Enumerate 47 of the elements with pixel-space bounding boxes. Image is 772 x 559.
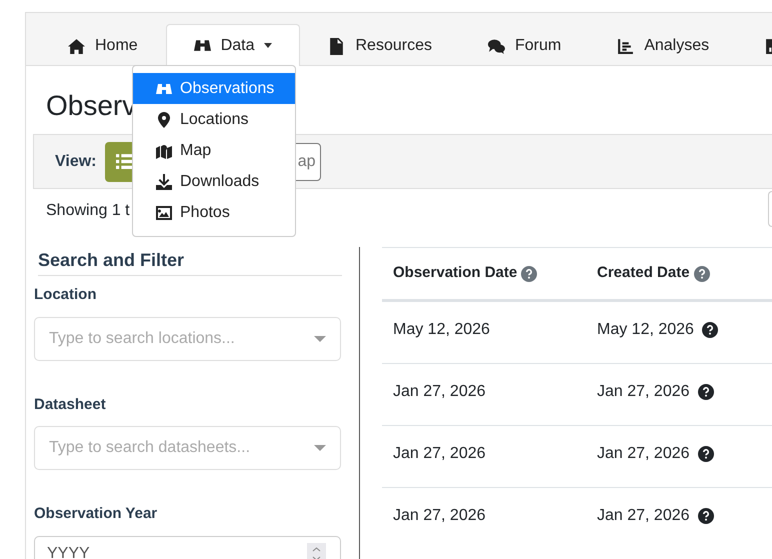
text-input[interactable]: Type to search locations... [49,318,314,360]
caret-icon [314,445,326,451]
help-icon[interactable] [698,384,714,400]
filter-title: Search and Filter [38,247,342,276]
table-cell-text: Jan 27, 2026 [597,382,690,402]
table-cell-text: Jan 27, 2026 [597,506,690,526]
document-icon [328,38,346,54]
help-icon[interactable] [698,446,714,462]
year-field[interactable]: YYYY [34,536,341,559]
nav-tab[interactable]: Forum [460,25,590,66]
home-icon [68,38,85,54]
search-select-field[interactable]: Type to search datasheets... [34,426,341,470]
results-count: Showing 1 t [46,201,130,221]
field-label: Location [34,285,98,305]
nav-tab[interactable]: Data [166,24,300,66]
menu-item[interactable]: Observations [133,73,295,104]
column-header[interactable]: Created Date [597,262,690,285]
search-select-field[interactable]: Type to search locations... [34,316,341,360]
menu-item[interactable]: Photos [133,197,295,228]
menu-item[interactable]: Map [133,135,295,166]
chat-bubbles-icon [488,38,505,54]
nav-tab[interactable]: Resources [300,25,460,66]
binoculars-icon [194,37,211,54]
table-cell: Jan 27, 2026 [393,507,486,524]
text-input[interactable]: Type to search datasheets... [49,427,314,469]
map-pin-icon [156,112,172,128]
table-cell: Jan 27, 2026 [393,445,486,462]
map-icon [156,142,172,158]
text-input[interactable]: YYYY [47,536,307,559]
view-label: View: [55,152,96,172]
table-cell: Jan 27, 2026 [393,383,486,400]
nav-tab[interactable]: Analyses [589,25,738,66]
help-icon[interactable] [702,322,718,338]
image-icon [156,204,172,220]
menu-item[interactable]: Downloads [133,166,295,197]
table-cell-text: May 12, 2026 [597,320,694,340]
caret-icon [314,336,326,342]
download-icon [156,174,172,190]
column-header[interactable]: Observation Date [393,262,518,285]
nav-tab[interactable]: Home [40,25,166,66]
table-cell: May 12, 2026 [393,321,490,338]
help-icon[interactable] [698,508,714,524]
bar-chart-icon [617,38,634,54]
field-label: Observation Year [34,504,158,524]
spinner-icon [307,543,326,559]
field-label: Datasheet [34,394,107,414]
table-cell-text: Jan 27, 2026 [597,444,690,464]
